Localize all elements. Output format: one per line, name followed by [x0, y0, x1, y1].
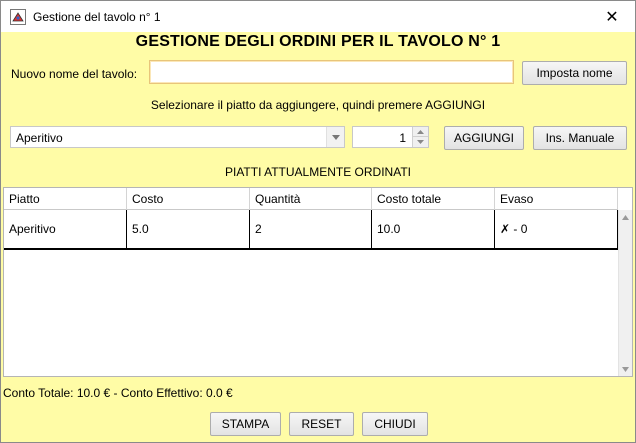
- page-title: GESTIONE DEGLI ORDINI PER IL TAVOLO N° 1: [135, 33, 501, 50]
- stepper-down-icon[interactable]: [413, 137, 428, 147]
- title-bar: Gestione del tavolo n° 1 ✕: [1, 1, 635, 32]
- cell-served: ✗ - 0: [495, 210, 618, 248]
- chevron-down-icon[interactable]: [326, 127, 344, 147]
- cell-total-cost: 10.0: [372, 210, 495, 248]
- column-header-cost[interactable]: Costo: [127, 188, 250, 210]
- instruction-text: Selezionare il piatto da aggiungere, qui…: [150, 98, 486, 112]
- table-name-label: Nuovo nome del tavolo:: [11, 67, 138, 81]
- column-header-quantity[interactable]: Quantità: [250, 188, 372, 210]
- table-row[interactable]: Aperitivo 5.0 2 10.0 ✗ - 0: [4, 210, 618, 250]
- table-management-window: Gestione del tavolo n° 1 ✕ GESTIONE DEGL…: [0, 0, 636, 443]
- quantity-stepper[interactable]: 1: [352, 126, 429, 148]
- orders-table: Piatto Costo Quantità Costo totale Evaso…: [3, 187, 633, 377]
- quantity-value: 1: [399, 131, 406, 145]
- stepper-buttons: [412, 127, 428, 147]
- column-header-dish[interactable]: Piatto: [4, 188, 127, 210]
- table-header: Piatto Costo Quantità Costo totale Evaso: [4, 188, 618, 210]
- print-button[interactable]: STAMPA: [210, 412, 281, 436]
- column-header-total-cost[interactable]: Costo totale: [372, 188, 495, 210]
- cell-quantity: 2: [250, 210, 372, 248]
- stepper-up-icon[interactable]: [413, 127, 428, 137]
- add-button[interactable]: AGGIUNGI: [444, 126, 524, 150]
- close-icon[interactable]: ✕: [589, 1, 635, 32]
- ordered-dishes-title: PIATTI ATTUALMENTE ORDINATI: [224, 165, 411, 179]
- scroll-down-icon[interactable]: [619, 362, 632, 376]
- manual-insert-button[interactable]: Ins. Manuale: [533, 126, 627, 150]
- table-scrollbar[interactable]: [618, 210, 632, 376]
- reset-button[interactable]: RESET: [289, 412, 354, 436]
- scroll-up-icon[interactable]: [619, 210, 632, 224]
- table-name-input[interactable]: [149, 60, 514, 84]
- bill-totals: Conto Totale: 10.0 € - Conto Effettivo: …: [3, 386, 233, 400]
- column-header-served[interactable]: Evaso: [495, 188, 618, 210]
- cell-cost: 5.0: [127, 210, 250, 248]
- app-icon: [10, 8, 26, 25]
- cell-dish: Aperitivo: [4, 210, 127, 248]
- set-name-button[interactable]: Imposta nome: [522, 61, 627, 85]
- window-title: Gestione del tavolo n° 1: [33, 9, 161, 24]
- dish-select[interactable]: Aperitivo: [10, 126, 345, 148]
- dish-select-value: Aperitivo: [16, 131, 63, 145]
- close-button[interactable]: CHIUDI: [362, 412, 428, 436]
